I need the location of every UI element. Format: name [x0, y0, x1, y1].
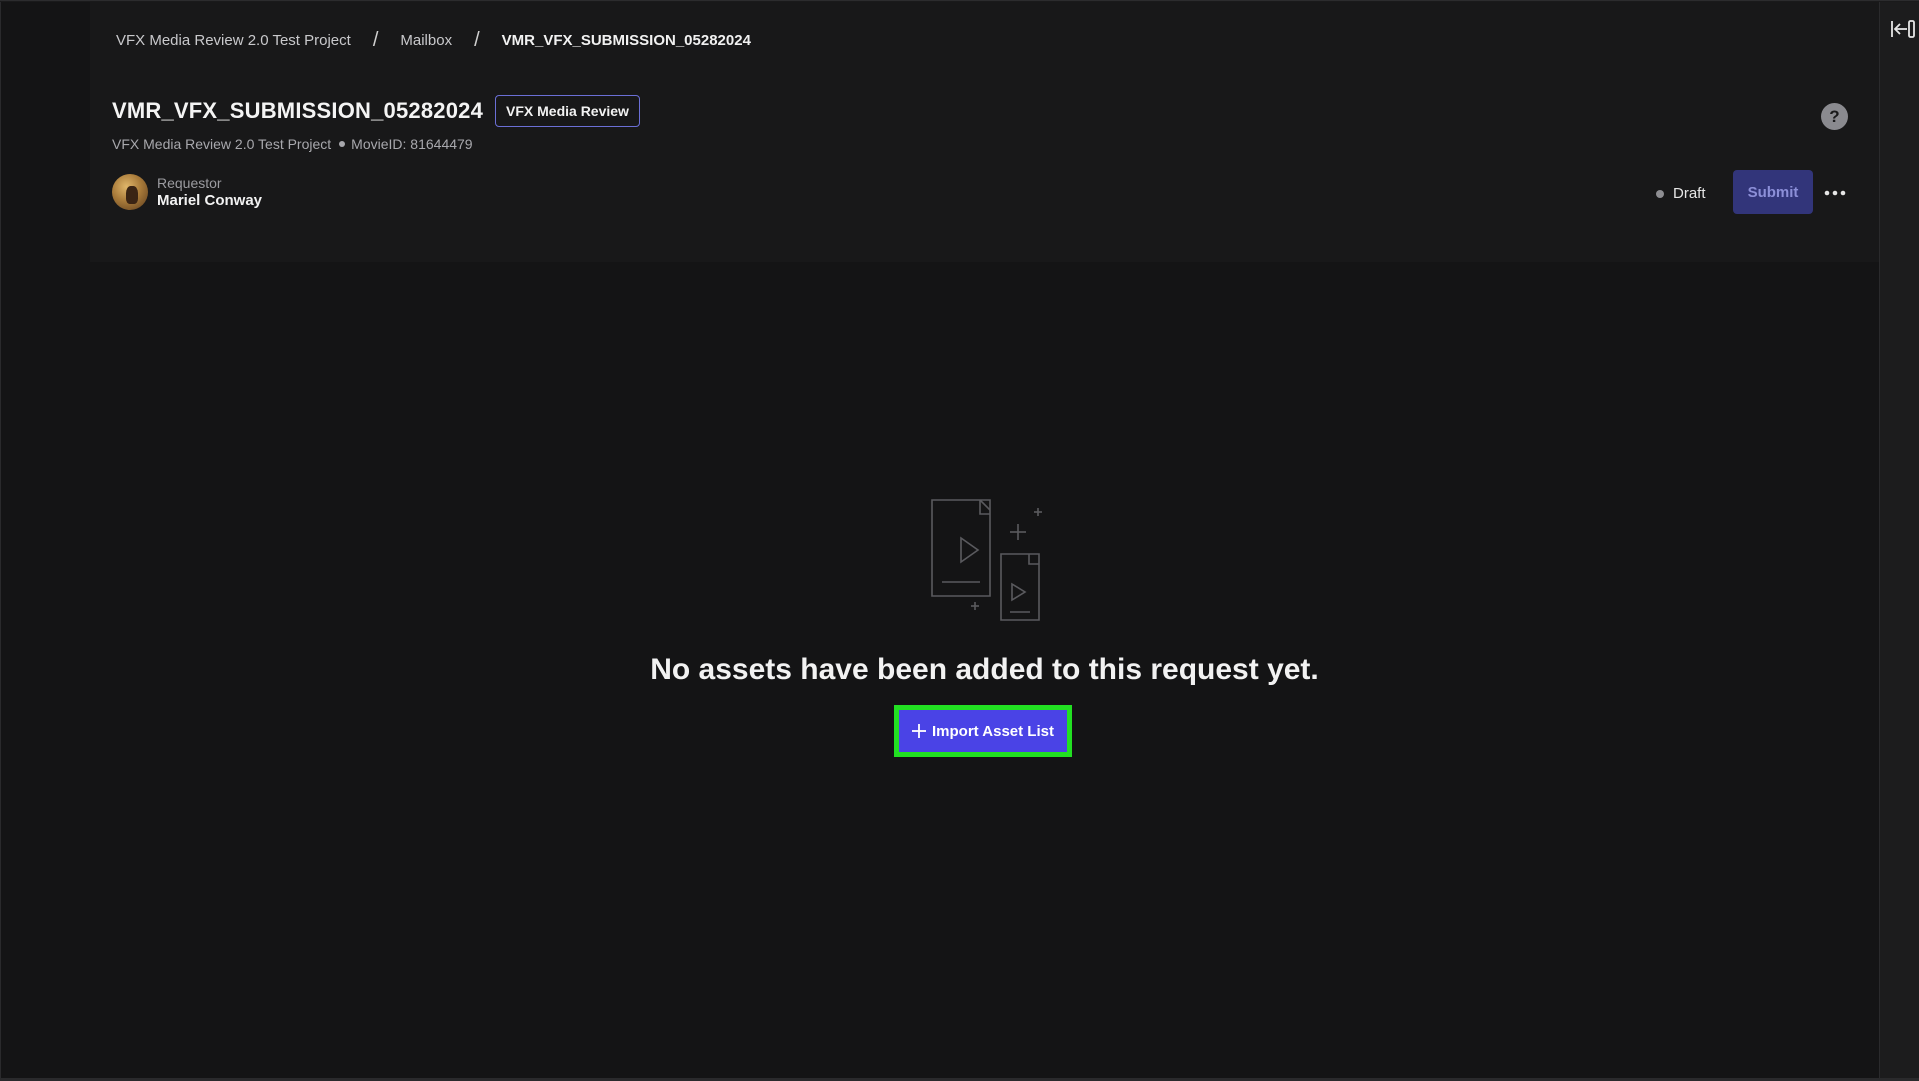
- status-dot-icon: [1656, 189, 1664, 198]
- status-label: Draft: [1673, 185, 1706, 202]
- empty-state-message: No assets have been added to this reques…: [650, 653, 1319, 686]
- request-type-badge: VFX Media Review: [495, 95, 640, 127]
- help-icon: ?: [1829, 106, 1840, 126]
- requestor-name: Mariel Conway: [157, 191, 263, 209]
- breadcrumb-current: VMR_VFX_SUBMISSION_05282024: [501, 32, 751, 49]
- more-horizontal-icon: [1824, 190, 1846, 196]
- more-options-button[interactable]: [1820, 180, 1850, 206]
- breadcrumb-mailbox[interactable]: Mailbox: [400, 32, 452, 49]
- import-asset-list-label: Import Asset List: [932, 722, 1054, 740]
- main-area: VFX Media Review 2.0 Test Project / Mail…: [90, 2, 1879, 1078]
- title-row: VMR_VFX_SUBMISSION_05282024 VFX Media Re…: [112, 95, 640, 127]
- requestor-text: Requestor Mariel Conway: [157, 175, 262, 210]
- submit-button[interactable]: Submit: [1733, 170, 1813, 214]
- status-indicator: Draft: [1656, 185, 1706, 202]
- import-asset-list-button[interactable]: Import Asset List: [899, 710, 1067, 752]
- collapse-panel-button[interactable]: [1888, 14, 1918, 44]
- import-button-highlight: Import Asset List: [894, 705, 1072, 757]
- breadcrumb-project[interactable]: VFX Media Review 2.0 Test Project: [116, 32, 351, 49]
- meta-project: VFX Media Review 2.0 Test Project: [112, 136, 332, 152]
- meta-dot: [339, 141, 346, 147]
- breadcrumb: VFX Media Review 2.0 Test Project / Mail…: [116, 29, 751, 52]
- avatar: [112, 174, 148, 210]
- breadcrumb-separator: /: [474, 29, 480, 51]
- collapse-panel-icon: [1891, 20, 1915, 38]
- requestor: Requestor Mariel Conway: [112, 174, 262, 210]
- page-title: VMR_VFX_SUBMISSION_05282024: [112, 98, 484, 123]
- request-header: VFX Media Review 2.0 Test Project / Mail…: [90, 2, 1879, 262]
- left-rail: [0, 2, 90, 1078]
- meta-movie-id: MovieID: 81644479: [351, 136, 473, 152]
- empty-assets-icon: [931, 499, 1042, 621]
- breadcrumb-separator: /: [372, 29, 379, 51]
- plus-icon: [912, 724, 927, 738]
- right-rail: [1879, 2, 1919, 1078]
- requestor-label: Requestor: [157, 174, 222, 191]
- help-button[interactable]: ?: [1821, 103, 1848, 130]
- app-frame: VFX Media Review 2.0 Test Project / Mail…: [0, 0, 1919, 1081]
- request-meta: VFX Media Review 2.0 Test Project MovieI…: [112, 136, 473, 152]
